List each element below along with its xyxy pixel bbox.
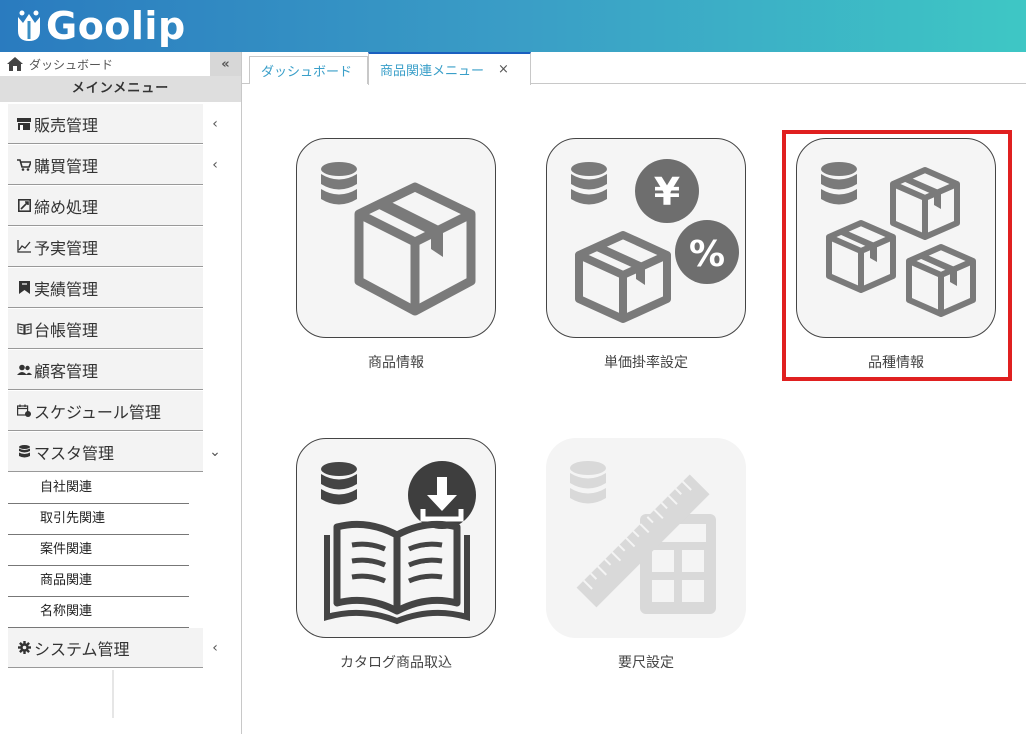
sidebar-item-label: マスタ管理 [34, 443, 115, 463]
tab-bar: ダッシュボード 商品関連メニュー × [242, 52, 1026, 85]
sidebar-item-ledger[interactable]: 台帳管理 [8, 309, 241, 350]
bookmark-icon [16, 280, 32, 296]
dashboard-link[interactable]: ダッシュボード [6, 54, 113, 74]
sidebar-item-closing[interactable]: 締め処理 [8, 186, 241, 227]
tile-label: 単価掛率設定 [604, 355, 688, 371]
sidebar-item-label: 実績管理 [34, 279, 99, 299]
submenu-item-company[interactable]: 自社関連 [8, 473, 189, 504]
database-icon [16, 444, 32, 460]
home-icon [7, 57, 23, 71]
sidebar-item-label: 予実管理 [34, 238, 99, 258]
sidebar-item-label: システム管理 [34, 639, 130, 659]
tile-catalog-import[interactable] [296, 438, 496, 638]
svg-text:%: % [689, 234, 725, 275]
tile-measure-setting [546, 438, 746, 638]
sidebar-item-results[interactable]: 実績管理 [8, 268, 241, 309]
tile-product-info[interactable] [296, 138, 496, 338]
sidebar-item-label: 顧客管理 [34, 361, 99, 381]
tab-dashboard[interactable]: ダッシュボード [249, 56, 368, 84]
calendar-icon [16, 403, 32, 419]
submenu-item-projects[interactable]: 案件関連 [8, 535, 189, 566]
dashboard-row: ダッシュボード « [0, 52, 241, 76]
tab-product-menu[interactable]: 商品関連メニュー × [368, 52, 531, 85]
submenu-item-partners[interactable]: 取引先関連 [8, 504, 189, 535]
book-icon [16, 321, 32, 337]
sidebar-item-label: 締め処理 [34, 197, 99, 217]
main-menu-title: メインメニュー [0, 76, 241, 102]
chevron-left-icon: ‹ [212, 116, 218, 132]
logo-text: Goolip [46, 4, 186, 48]
svg-text:¥: ¥ [654, 170, 680, 214]
sidebar: ダッシュボード « メインメニュー 販売管理 ‹ 購買管理 ‹ 締め処理 予実管… [0, 52, 242, 734]
chevron-left-icon: ‹ [212, 157, 218, 173]
sidebar-item-label: 台帳管理 [34, 320, 99, 340]
sidebar-item-label: スケジュール管理 [34, 402, 161, 422]
tile-label: 要尺設定 [618, 655, 674, 671]
measure-calculator-icon [570, 461, 716, 614]
tile-price-rate[interactable]: ¥ % [546, 138, 746, 338]
sidebar-item-label: 販売管理 [34, 115, 99, 135]
sidebar-item-system[interactable]: システム管理 ‹ [8, 628, 241, 669]
tulip-logo-icon [18, 10, 40, 41]
app-header: Goolip [0, 0, 1026, 52]
sidebar-item-label: 購買管理 [34, 156, 99, 176]
logo[interactable]: Goolip [14, 4, 186, 48]
tile-label: 商品情報 [368, 355, 424, 371]
sidebar-item-sales[interactable]: 販売管理 ‹ [8, 104, 241, 145]
users-icon [16, 362, 32, 378]
catalog-import-icon [321, 461, 476, 625]
sidebar-item-budget[interactable]: 予実管理 [8, 227, 241, 268]
closing-icon [16, 198, 32, 214]
cart-icon [16, 157, 32, 173]
chart-line-icon [16, 239, 32, 255]
tab-label: 商品関連メニュー [380, 64, 485, 79]
price-rate-icon: ¥ % [571, 159, 739, 323]
dashboard-label: ダッシュボード [29, 57, 114, 72]
sidebar-item-master[interactable]: マスタ管理 ⌄ [8, 432, 241, 473]
sidebar-item-customers[interactable]: 顧客管理 [8, 350, 241, 391]
submenu-item-names[interactable]: 名称関連 [8, 597, 189, 628]
main-menu: 販売管理 ‹ 購買管理 ‹ 締め処理 予実管理 実績管理 台帳管理 顧客管理 ス… [8, 104, 241, 669]
scroll-indicator [112, 670, 114, 718]
chevron-down-icon: ⌄ [209, 444, 221, 460]
product-box-icon [321, 162, 476, 316]
sidebar-item-schedule[interactable]: スケジュール管理 [8, 391, 241, 432]
tile-label: カタログ商品取込 [340, 655, 452, 671]
master-submenu: 自社関連 取引先関連 案件関連 商品関連 名称関連 [8, 473, 241, 628]
chevron-left-icon: ‹ [212, 640, 218, 656]
sidebar-collapse-button[interactable]: « [210, 52, 241, 76]
close-icon[interactable]: × [498, 62, 509, 77]
gear-icon [16, 640, 32, 656]
tab-label: ダッシュボード [261, 65, 353, 80]
highlight-box [782, 130, 1012, 381]
shop-icon [16, 116, 32, 132]
submenu-item-products[interactable]: 商品関連 [8, 566, 189, 597]
sidebar-item-purchase[interactable]: 購買管理 ‹ [8, 145, 241, 186]
